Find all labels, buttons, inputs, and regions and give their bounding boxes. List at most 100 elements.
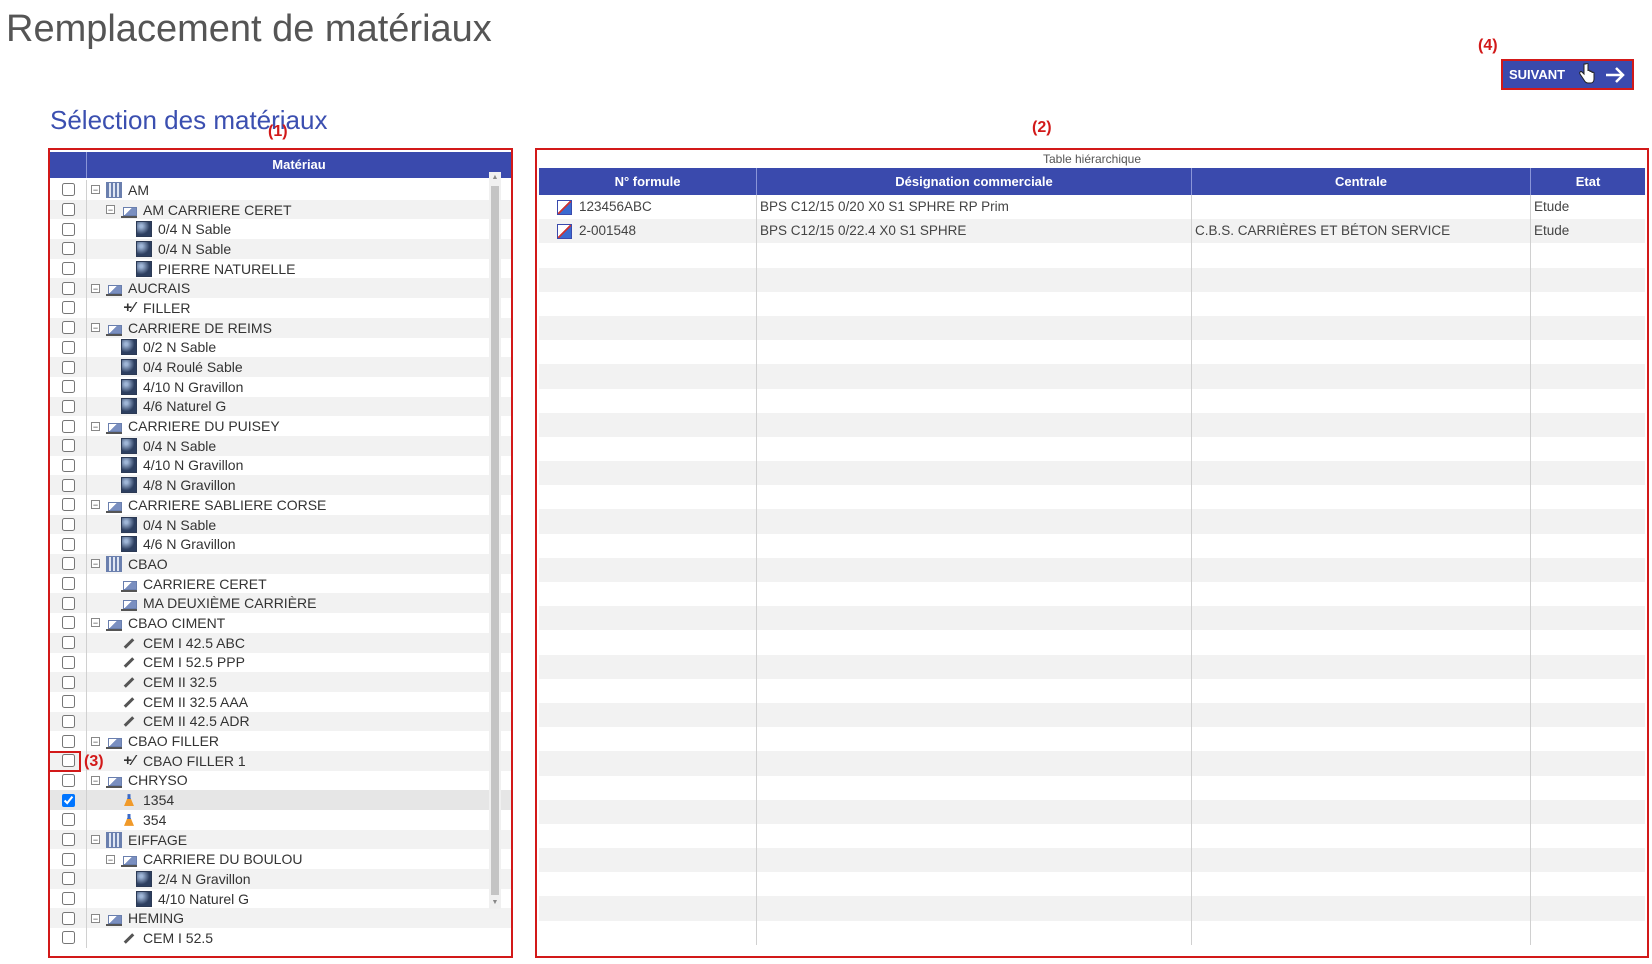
- tree-row[interactable]: − CARRIERE DU BOULOU: [50, 849, 511, 870]
- material-checkbox[interactable]: [61, 242, 75, 256]
- tree-row[interactable]: − CARRIERE DU PUISEY: [50, 416, 511, 436]
- collapse-toggle-icon[interactable]: −: [91, 913, 100, 923]
- tree-row[interactable]: CEM II 32.5: [50, 672, 511, 692]
- column-header-centrale[interactable]: Centrale: [1192, 168, 1531, 195]
- tree-row[interactable]: 4/10 Naturel G: [50, 888, 511, 909]
- collapse-toggle-icon[interactable]: −: [91, 283, 100, 293]
- material-checkbox[interactable]: [61, 833, 75, 847]
- material-checkbox[interactable]: [61, 596, 75, 610]
- material-checkbox[interactable]: [61, 399, 75, 413]
- tree-row[interactable]: CEM II 32.5 AAA: [50, 691, 511, 712]
- material-checkbox[interactable]: [61, 380, 75, 394]
- material-checkbox[interactable]: [61, 281, 75, 295]
- tree-row[interactable]: − HEMING: [50, 908, 511, 929]
- tree-row[interactable]: CEM II 42.5 ADR: [50, 711, 511, 732]
- material-checkbox[interactable]: [61, 577, 75, 591]
- material-checkbox[interactable]: [61, 537, 75, 551]
- tree-row[interactable]: − AUCRAIS: [50, 278, 511, 299]
- tree-row[interactable]: 4/6 N Gravillon: [50, 534, 511, 555]
- collapse-toggle-icon[interactable]: −: [106, 854, 115, 864]
- tree-row[interactable]: CARRIERE CERET: [50, 573, 511, 594]
- material-checkbox[interactable]: [61, 262, 75, 276]
- tree-row[interactable]: − AM: [50, 180, 511, 200]
- material-checkbox[interactable]: [61, 892, 75, 906]
- material-checkbox[interactable]: [61, 636, 75, 650]
- tree-row[interactable]: 4/10 N Gravillon: [50, 455, 511, 476]
- material-checkbox[interactable]: [61, 616, 75, 630]
- tree-row[interactable]: − CBAO FILLER: [50, 731, 511, 751]
- tree-row[interactable]: 4/8 N Gravillon: [50, 475, 511, 495]
- collapse-toggle-icon[interactable]: −: [91, 500, 100, 510]
- tree-row[interactable]: CEM I 42.5 ABC: [50, 632, 511, 653]
- tree-row[interactable]: CEM I 52.5: [50, 928, 511, 948]
- tree-row[interactable]: 0/4 N Sable: [50, 435, 511, 456]
- material-checkbox[interactable]: [61, 872, 75, 886]
- tree-row[interactable]: 0/4 N Sable: [50, 514, 511, 535]
- material-checkbox[interactable]: [61, 734, 75, 748]
- material-checkbox[interactable]: [61, 222, 75, 236]
- material-checkbox[interactable]: [61, 301, 75, 315]
- formula-icon[interactable]: [557, 223, 572, 239]
- tree-row[interactable]: 4/6 Naturel G: [50, 396, 511, 417]
- material-checkbox[interactable]: [61, 340, 75, 354]
- material-checkbox[interactable]: [61, 183, 75, 197]
- tree-row[interactable]: PIERRE NATURELLE: [50, 258, 511, 279]
- scrollbar-thumb[interactable]: [491, 186, 499, 895]
- material-checkbox[interactable]: [61, 911, 75, 925]
- material-checkbox[interactable]: [61, 852, 75, 866]
- collapse-toggle-icon[interactable]: −: [91, 421, 100, 431]
- tree-row[interactable]: +⁄ CBAO FILLER 1: [50, 750, 511, 771]
- collapse-toggle-icon[interactable]: −: [91, 323, 100, 333]
- table-row[interactable]: 123456ABC BPS C12/15 0/20 X0 S1 SPHRE RP …: [539, 195, 1645, 220]
- material-checkbox[interactable]: [61, 931, 75, 945]
- tree-row[interactable]: 2/4 N Gravillon: [50, 869, 511, 889]
- collapse-toggle-icon[interactable]: −: [91, 559, 100, 569]
- material-checkbox[interactable]: [61, 419, 75, 433]
- scroll-down-icon[interactable]: ▼: [489, 897, 501, 909]
- material-checkbox[interactable]: [61, 675, 75, 689]
- material-checkbox[interactable]: [61, 557, 75, 571]
- column-header-formule[interactable]: N° formule: [539, 168, 757, 195]
- tree-row[interactable]: − AM CARRIERE CERET: [50, 199, 511, 220]
- material-checkbox[interactable]: [61, 695, 75, 709]
- column-header-etat[interactable]: Etat: [1531, 168, 1645, 195]
- material-checkbox[interactable]: [61, 203, 75, 217]
- tree-row[interactable]: MA DEUXIÈME CARRIÈRE: [50, 593, 511, 614]
- tree-row[interactable]: 0/4 N Sable: [50, 239, 511, 259]
- next-button[interactable]: SUIVANT: [1501, 59, 1634, 90]
- collapse-toggle-icon[interactable]: −: [91, 618, 100, 628]
- material-checkbox[interactable]: [61, 714, 75, 728]
- tree-row[interactable]: 4/10 N Gravillon: [50, 376, 511, 397]
- tree-scrollbar[interactable]: ▲ ▼: [489, 172, 501, 909]
- tree-row[interactable]: 0/4 N Sable: [50, 219, 511, 240]
- tree-row[interactable]: − CARRIERE SABLIERE CORSE: [50, 495, 511, 515]
- tree-row[interactable]: − CBAO: [50, 554, 511, 574]
- material-checkbox[interactable]: [61, 793, 75, 807]
- tree-row[interactable]: − CBAO CIMENT: [50, 613, 511, 633]
- material-checkbox[interactable]: [61, 773, 75, 787]
- material-checkbox[interactable]: [61, 518, 75, 532]
- tree-row[interactable]: CEM I 52.5 PPP: [50, 652, 511, 673]
- tree-row[interactable]: − CHRYSO: [50, 770, 511, 791]
- material-checkbox[interactable]: [61, 813, 75, 827]
- tree-row[interactable]: 0/2 N Sable: [50, 337, 511, 358]
- collapse-toggle-icon[interactable]: −: [91, 835, 100, 845]
- formula-icon[interactable]: [557, 199, 572, 215]
- material-checkbox[interactable]: [61, 439, 75, 453]
- tree-row[interactable]: 0/4 Roulé Sable: [50, 357, 511, 377]
- tree-row[interactable]: − CARRIERE DE REIMS: [50, 317, 511, 338]
- tree-row[interactable]: 354: [50, 810, 511, 830]
- collapse-toggle-icon[interactable]: −: [91, 736, 100, 746]
- material-checkbox[interactable]: [61, 321, 75, 335]
- tree-row[interactable]: − EIFFAGE: [50, 829, 511, 850]
- material-checkbox[interactable]: [61, 458, 75, 472]
- column-header-designation[interactable]: Désignation commerciale: [757, 168, 1192, 195]
- scroll-up-icon[interactable]: ▲: [489, 172, 501, 184]
- collapse-toggle-icon[interactable]: −: [91, 185, 100, 195]
- collapse-toggle-icon[interactable]: −: [91, 775, 100, 785]
- collapse-toggle-icon[interactable]: −: [106, 205, 115, 215]
- material-checkbox[interactable]: [61, 498, 75, 512]
- tree-row[interactable]: 1354: [50, 790, 511, 810]
- material-checkbox[interactable]: [61, 360, 75, 374]
- table-row[interactable]: 2-001548 BPS C12/15 0/22.4 X0 S1 SPHRE C.B…: [539, 219, 1645, 244]
